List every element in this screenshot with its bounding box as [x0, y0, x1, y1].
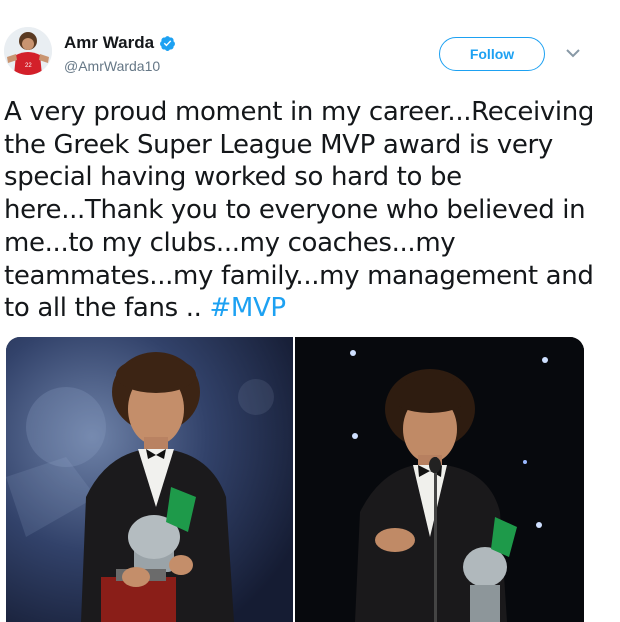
photo-trophy-left [6, 337, 293, 622]
player-avatar-icon: 22 [4, 27, 52, 75]
media-grid [6, 337, 584, 622]
author-display-name[interactable]: Amr Warda [64, 33, 154, 53]
media-photo-left[interactable] [6, 337, 293, 622]
photo-trophy-right [295, 337, 584, 622]
tweet-text-line: special having worked so hard to be [4, 162, 462, 193]
author-handle[interactable]: @AmrWarda10 [64, 58, 160, 74]
verified-badge-icon [160, 35, 175, 51]
tweet-text-line-last: to all the fans .. #MVP [4, 292, 604, 325]
tweet-header: 22 Amr Warda @AmrWarda10 Follow [0, 0, 620, 90]
tweet-text-line: me...to my clubs...my coaches...my [4, 227, 456, 258]
tweet-text-line: A very proud moment in my career...Recei… [4, 97, 595, 127]
tweet-text-line: teammates...my family...my management an… [4, 260, 594, 291]
avatar[interactable]: 22 [4, 27, 52, 75]
author-name-row: Amr Warda [64, 33, 176, 53]
tweet-text-line: the Greek Super League MVP award is very [4, 129, 553, 160]
hashtag-link[interactable]: #MVP [209, 293, 286, 323]
media-photo-right[interactable] [295, 337, 584, 622]
tweet-text: A very proud moment in my career...Recei… [4, 96, 604, 325]
svg-text:22: 22 [25, 63, 32, 69]
tweet-text-line: to all the fans .. [4, 293, 210, 324]
follow-button[interactable]: Follow [439, 37, 545, 71]
tweet-text-line: here...Thank you to everyone who believe… [4, 195, 586, 226]
chevron-down-icon[interactable] [565, 47, 581, 59]
